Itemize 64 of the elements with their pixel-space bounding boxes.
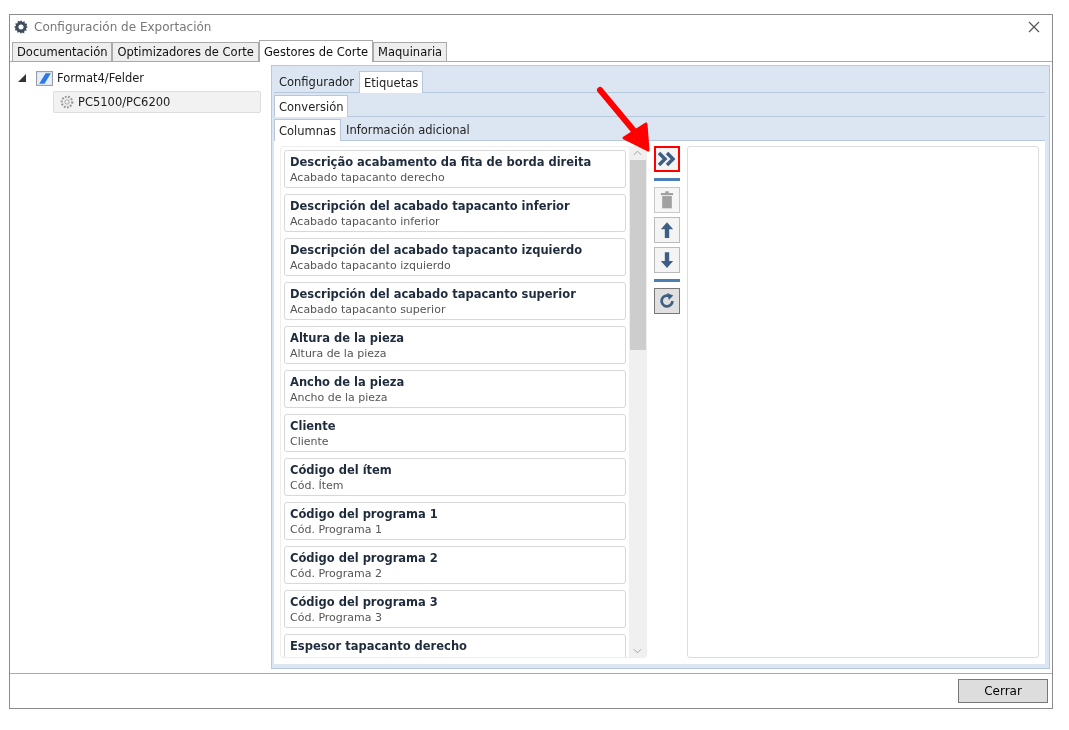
close-icon[interactable] xyxy=(1028,21,1040,33)
column-caption: Acabado tapacanto superior xyxy=(290,302,447,318)
column-card[interactable]: Ancho de la pieza Ancho de la pieza xyxy=(284,370,626,408)
expand-triangle-icon[interactable] xyxy=(18,74,26,82)
column-card[interactable]: Descripción del acabado tapacanto izquierdo Acabado tapacanto izquierdo xyxy=(284,238,626,276)
column-caption: Acabado tapacanto derecho xyxy=(290,170,446,186)
column-caption: Cód. Ítem xyxy=(290,478,345,494)
column-card[interactable]: Descripción del acabado tapacanto superior Acabado tapacanto superior xyxy=(284,282,626,320)
column-name: Código del programa 2 xyxy=(290,550,439,566)
column-name: Espesor tapacanto derecho xyxy=(290,638,468,654)
column-name: Código del ítem xyxy=(290,462,393,478)
column-caption: Altura de la pieza xyxy=(290,346,388,362)
column-card[interactable]: Código del programa 2 Cód. Programa 2 xyxy=(284,546,626,584)
column-card[interactable]: Cliente Cliente xyxy=(284,414,626,452)
column-caption: Acabado tapacanto inferior xyxy=(290,214,441,230)
gear-icon xyxy=(60,95,74,109)
gear-icon xyxy=(14,20,28,34)
column-name: Descripción del acabado tapacanto izquierdo xyxy=(290,242,584,258)
column-name: Descripción del acabado tapacanto superior xyxy=(290,286,577,302)
column-name: Altura de la pieza xyxy=(290,330,406,346)
column-card[interactable]: Descripción del acabado tapacanto inferior Acabado tapacanto inferior xyxy=(284,194,626,232)
arrow-down-icon xyxy=(660,251,674,269)
column-card[interactable]: Código del programa 1 Cód. Programa 1 xyxy=(284,502,626,540)
tab[interactable]: Gestores de Corte xyxy=(258,40,374,62)
column-name: Descripción del acabado tapacanto inferior xyxy=(290,198,571,214)
trash-icon xyxy=(660,190,674,210)
tab[interactable]: Etiquetas xyxy=(359,71,424,93)
column-card[interactable]: Código del ítem Cód. Ítem xyxy=(284,458,626,496)
double-chevron-icon xyxy=(657,151,677,167)
add-button[interactable] xyxy=(654,146,680,172)
folder-logo-icon xyxy=(36,70,53,86)
tab[interactable]: Información adicional xyxy=(341,120,475,140)
column-card[interactable]: Espesor tapacanto derecho xyxy=(284,634,626,657)
refresh-icon xyxy=(658,292,676,310)
tree-item-row[interactable]: PC5100/PC6200 xyxy=(53,91,261,113)
tab[interactable]: Optimizadores de Corte xyxy=(112,42,259,61)
column-caption: Cód. Programa 2 xyxy=(290,566,384,582)
column-caption: Cliente xyxy=(290,434,330,450)
tab[interactable]: Conversión xyxy=(274,95,349,117)
column-name: Código del programa 1 xyxy=(290,506,439,522)
close-button[interactable]: Cerrar xyxy=(958,679,1048,703)
tab[interactable]: Columnas xyxy=(274,119,342,141)
arrow-up-icon xyxy=(660,221,674,239)
column-name: Cliente xyxy=(290,418,337,434)
column-caption: Cód. Programa 3 xyxy=(290,610,384,626)
column-caption: Acabado tapacanto izquierdo xyxy=(290,258,452,274)
tree-item[interactable]: Format4/Felder xyxy=(57,71,145,85)
up-button[interactable] xyxy=(654,217,680,243)
column-card[interactable]: Altura de la pieza Altura de la pieza xyxy=(284,326,626,364)
column-card[interactable]: Descrição acabamento da fita de borda direita Acabado tapacanto derecho xyxy=(284,150,626,188)
column-name: Ancho de la pieza xyxy=(290,374,406,390)
tab[interactable]: Maquinaria xyxy=(373,42,448,61)
column-caption: Ancho de la pieza xyxy=(290,390,389,406)
tab[interactable]: Documentación xyxy=(12,42,113,61)
tab[interactable]: Configurador xyxy=(274,72,360,92)
column-card[interactable]: Código del programa 3 Cód. Programa 3 xyxy=(284,590,626,628)
column-caption: Cód. Programa 1 xyxy=(290,522,384,538)
column-name: Descrição acabamento da fita de borda direita xyxy=(290,154,593,170)
scroll-thumb[interactable] xyxy=(629,160,646,350)
column-name: Código del programa 3 xyxy=(290,594,439,610)
reset-button[interactable] xyxy=(654,288,680,314)
window-title: Configuración de Exportación xyxy=(34,20,213,34)
scrollbar[interactable] xyxy=(629,147,646,657)
down-button[interactable] xyxy=(654,247,680,273)
